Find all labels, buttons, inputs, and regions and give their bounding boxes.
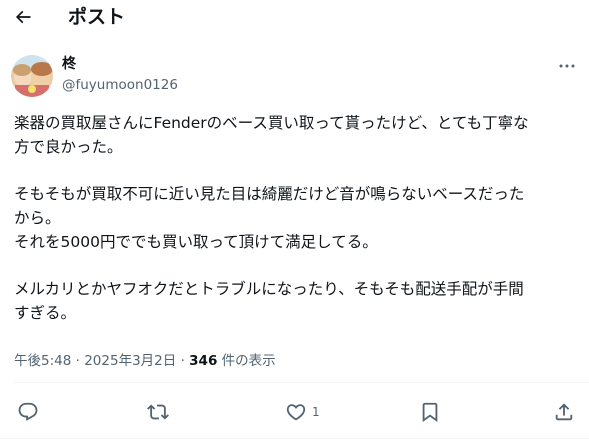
more-dots-icon	[559, 64, 575, 68]
views-label: 件の表示	[221, 353, 276, 369]
bookmark-button[interactable]	[419, 400, 441, 424]
top-bar: ポスト	[0, 0, 589, 36]
reply-button[interactable]	[17, 400, 39, 424]
meta-separator: ·	[180, 353, 185, 369]
heart-icon	[286, 404, 306, 421]
back-button[interactable]	[8, 2, 38, 32]
author-display-name[interactable]: 柊	[62, 55, 76, 73]
bookmark-icon	[422, 402, 438, 423]
tweet-text-line	[14, 254, 582, 277]
share-icon	[555, 403, 573, 421]
divider	[0, 438, 589, 439]
author-handle[interactable]: @fuyumoon0126	[62, 76, 178, 94]
retweet-icon	[147, 404, 169, 420]
tweet-text-line: そもそもが買取不可に近い見た目は綺麗だけど音が鳴らないベースだった	[14, 185, 525, 203]
avatar[interactable]	[11, 55, 53, 97]
more-options-button[interactable]	[556, 58, 578, 74]
meta-separator: ·	[75, 353, 80, 369]
like-button[interactable]: 1	[285, 400, 320, 424]
arrow-left-icon	[15, 10, 31, 24]
tweet-text-line: それを5000円ででも買い取って頂けて満足してる。	[14, 233, 378, 251]
divider	[14, 382, 589, 383]
tweet-text-line: から。	[14, 209, 61, 227]
tweet-meta: 午後5:48 · 2025年3月2日 · 346 件の表示	[14, 352, 276, 370]
page-title: ポスト	[68, 6, 126, 28]
user-avatar-icon	[11, 55, 53, 97]
share-button[interactable]	[553, 400, 575, 424]
tweet-text-line: すぎる。	[14, 304, 77, 322]
tweet-text-line: 方で良かった。	[14, 138, 123, 156]
tweet-date[interactable]: 2025年3月2日	[84, 353, 176, 369]
retweet-button[interactable]	[147, 400, 169, 424]
tweet-text-line	[14, 159, 582, 182]
tweet-text: 楽器の買取屋さんにFenderのベース買い取って貰ったけど、とても丁寧な 方で良…	[14, 111, 582, 325]
tweet-text-line: メルカリとかヤフオクだとトラブルになったり、そもそも配送手配が手間	[14, 280, 524, 298]
tweet-text-line: 楽器の買取屋さんにFenderのベース買い取って貰ったけど、とても丁寧な	[14, 114, 529, 132]
views-count: 346	[189, 353, 218, 369]
like-count: 1	[312, 405, 320, 419]
reply-icon	[18, 402, 38, 421]
tweet-time[interactable]: 午後5:48	[14, 353, 71, 369]
